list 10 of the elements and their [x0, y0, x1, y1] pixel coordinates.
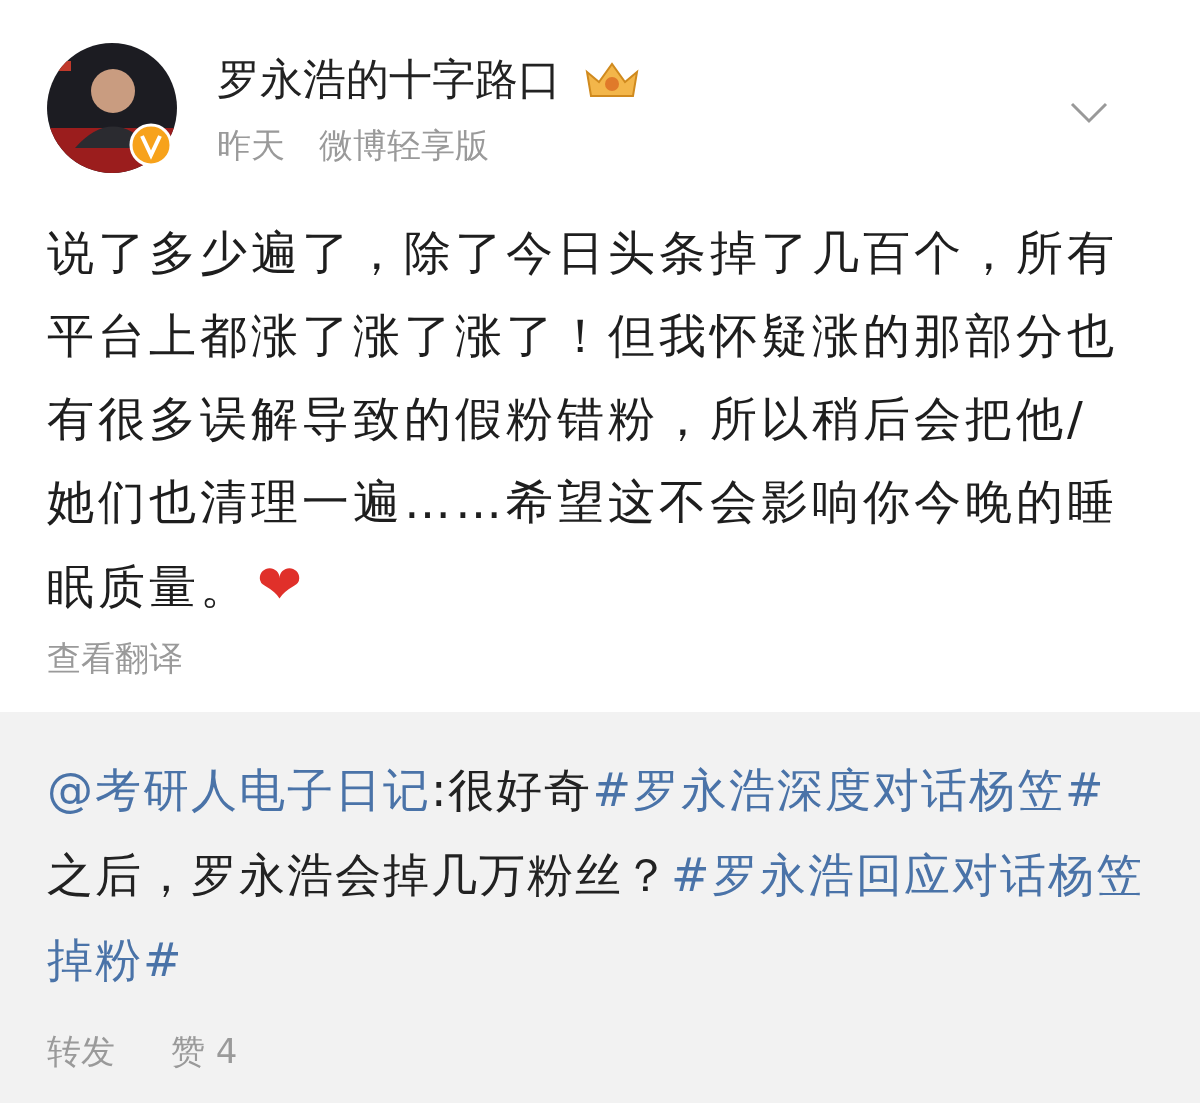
chevron-down-icon[interactable] [1069, 101, 1109, 125]
like-button[interactable]: 赞 4 [171, 1029, 238, 1075]
crown-icon [583, 60, 641, 100]
author-name[interactable]: 罗永浩的十字路口 [217, 51, 561, 109]
post-source: 微博轻享版 [319, 124, 489, 167]
post-text: 说了多少遍了，除了今日头条掉了几百个，所有平台上都涨了涨了涨了！但我怀疑涨的那部分也有很多误解导致的假粉错粉，所以稍后会把他/她们也清理一遍……希望这不会影响你今晚的睡眠质量。❤ [47, 225, 1118, 614]
post-time: 昨天 [217, 124, 285, 167]
repost-button[interactable]: 转发 [47, 1029, 115, 1075]
translate-link[interactable]: 查看翻译 [47, 636, 183, 682]
repost-text: @考研人电子日记:很好奇#罗永浩深度对话杨笠# 之后，罗永浩会掉几万粉丝？#罗永浩回应对话杨笠掉粉# [47, 762, 1145, 989]
